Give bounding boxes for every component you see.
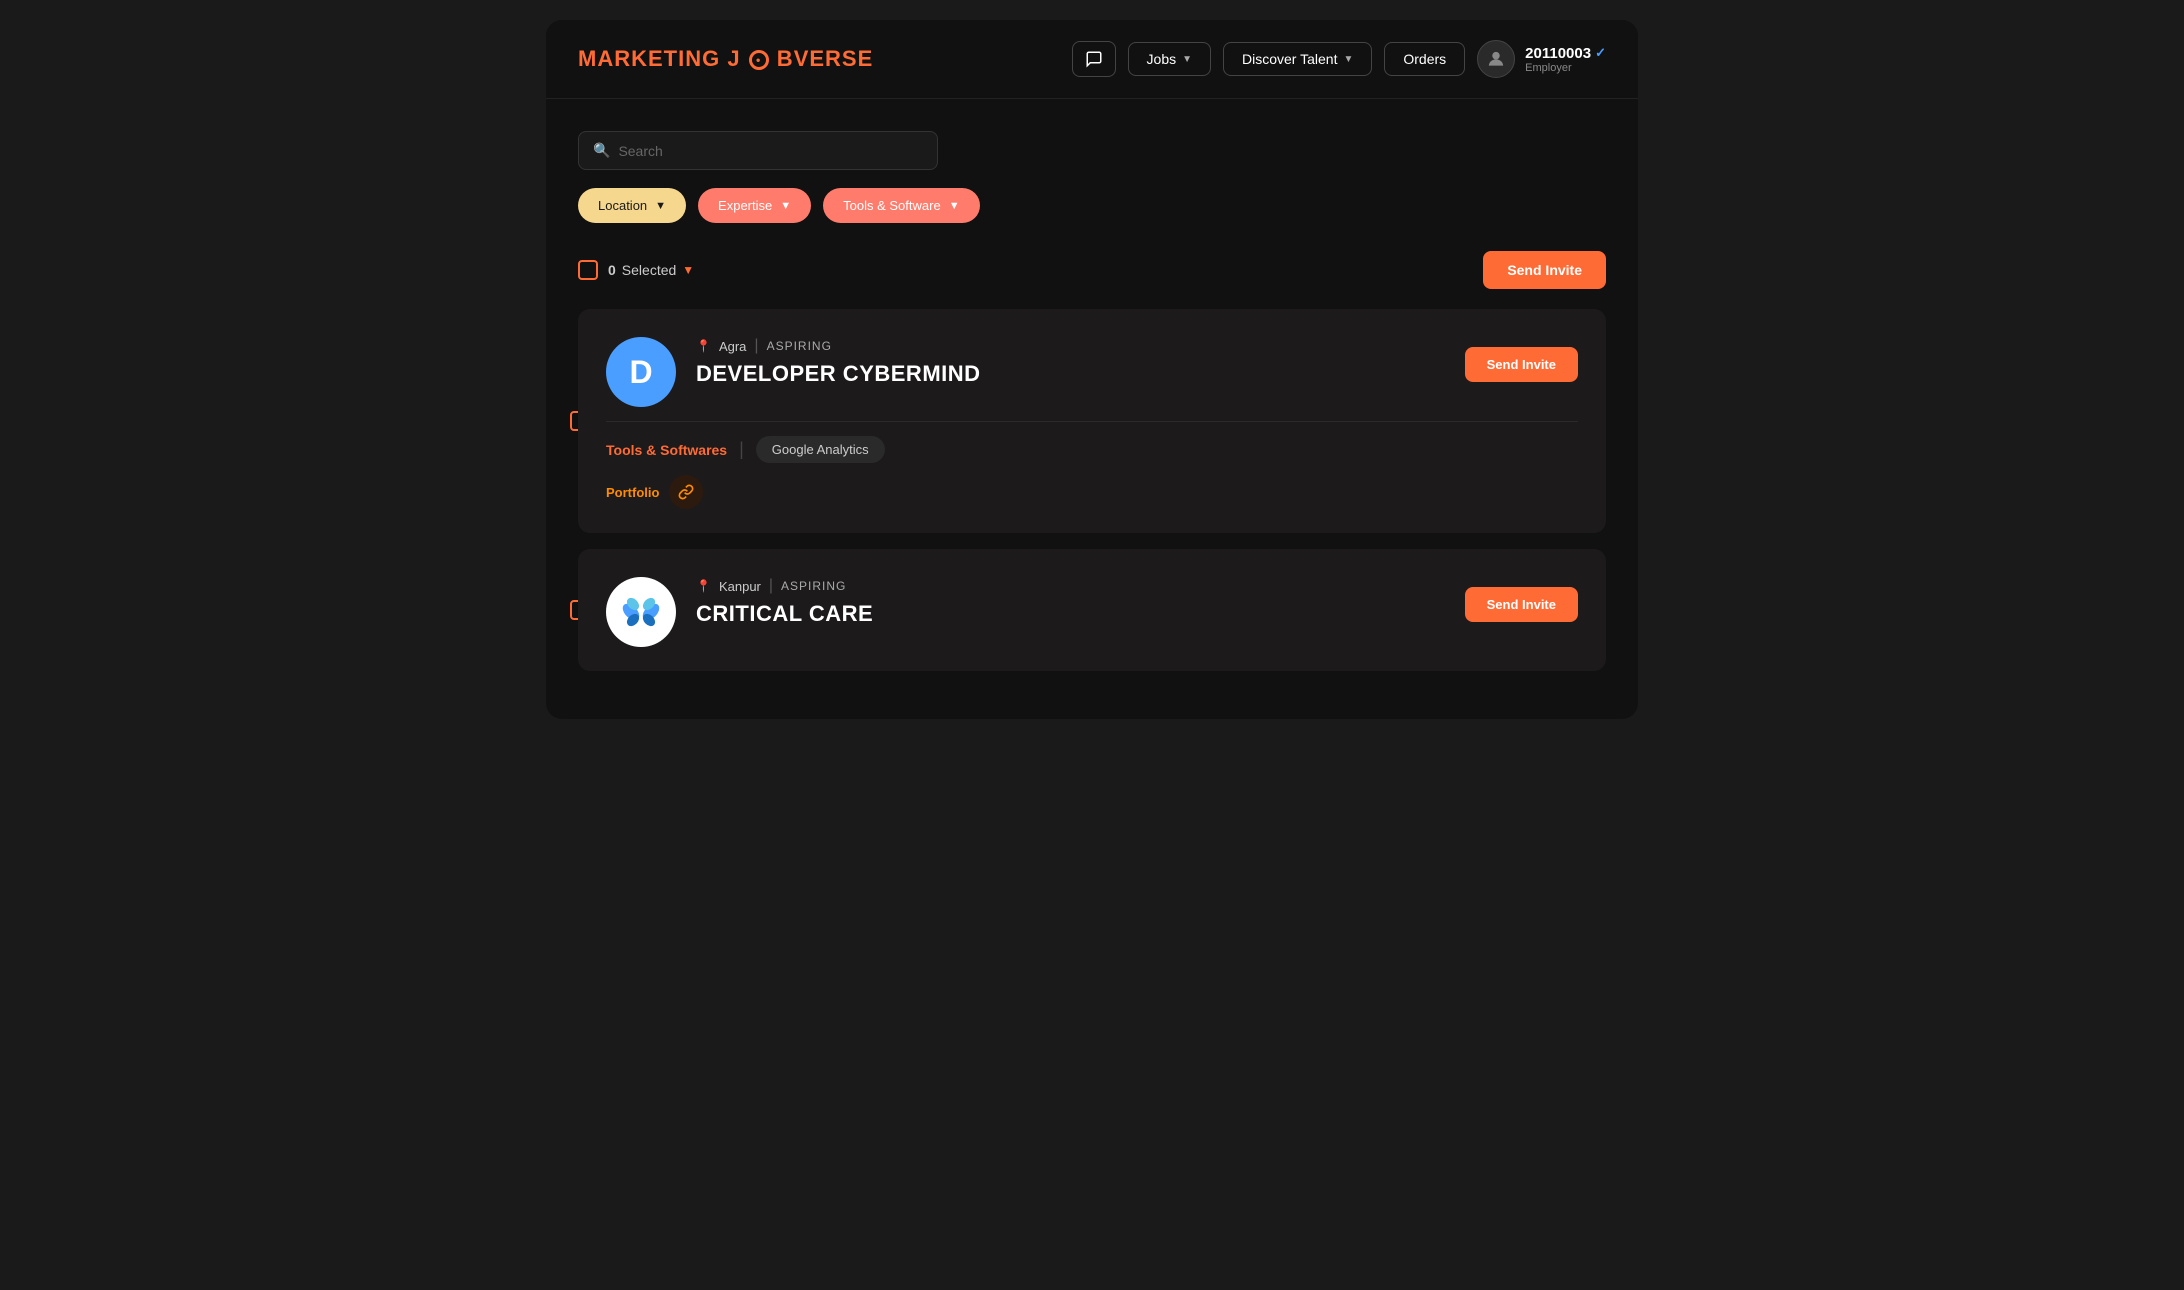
card-info-1: 📍 Agra | ASPIRING DEVELOPER CYBERMIND xyxy=(696,337,1465,387)
card-location-2: Kanpur xyxy=(719,579,761,594)
select-all-checkbox[interactable] xyxy=(578,260,598,280)
card-left-1: D 📍 Agra | ASPIRING DEVELOPER CYBERMIND xyxy=(606,337,1465,407)
send-invite-1-button[interactable]: Send Invite xyxy=(1465,347,1578,382)
card-type-2: ASPIRING xyxy=(781,579,846,593)
orders-button[interactable]: Orders xyxy=(1384,42,1465,76)
card-meta-1: 📍 Agra | ASPIRING xyxy=(696,337,1465,355)
location-filter[interactable]: Location ▼ xyxy=(578,188,686,223)
send-invite-2-button[interactable]: Send Invite xyxy=(1465,587,1578,622)
card-name-1: DEVELOPER CYBERMIND xyxy=(696,361,1465,387)
discover-chevron: ▼ xyxy=(1343,54,1353,65)
discover-talent-label: Discover Talent xyxy=(1242,51,1337,67)
user-info: 20110003 ✓ Employer xyxy=(1525,45,1606,74)
tools-label: Tools & Software xyxy=(843,198,941,213)
orders-label: Orders xyxy=(1403,51,1446,67)
location-pin-1: 📍 xyxy=(696,339,711,353)
card-location-1: Agra xyxy=(719,339,746,354)
meta-divider-1: | xyxy=(754,337,758,355)
filters-row: Location ▼ Expertise ▼ Tools & Software … xyxy=(578,188,1606,223)
card-left-2: 📍 Kanpur | ASPIRING CRITICAL CARE xyxy=(606,577,1465,647)
jobs-label: Jobs xyxy=(1147,51,1177,67)
card-type-1: ASPIRING xyxy=(767,339,832,353)
user-id: 20110003 ✓ xyxy=(1525,45,1606,62)
location-pin-2: 📍 xyxy=(696,579,711,593)
tools-label-1: Tools & Softwares xyxy=(606,442,727,458)
user-avatar xyxy=(1477,40,1515,78)
card-details-1: Tools & Softwares | Google Analytics Por… xyxy=(606,436,885,509)
selected-text: Selected xyxy=(622,262,676,278)
send-invite-main-button[interactable]: Send Invite xyxy=(1483,251,1606,289)
meta-divider-2: | xyxy=(769,577,773,595)
header-right: Jobs ▼ Discover Talent ▼ Orders xyxy=(1072,40,1606,78)
selected-dropdown-icon[interactable]: ▼ xyxy=(682,263,694,277)
user-role: Employer xyxy=(1525,62,1606,74)
search-icon: 🔍 xyxy=(593,142,610,159)
search-container: 🔍 xyxy=(578,131,1606,170)
card-row-1: D 📍 Agra | ASPIRING DEVELOPER CYBERMIND … xyxy=(606,337,1578,407)
search-input[interactable] xyxy=(618,143,923,159)
selection-left: 0 Selected ▼ xyxy=(578,260,694,280)
selected-count: 0 xyxy=(608,262,616,278)
chat-button[interactable] xyxy=(1072,41,1116,77)
tools-section-1: Tools & Softwares | Google Analytics xyxy=(606,436,885,463)
avatar-1: D xyxy=(606,337,676,407)
candidate-card-2: 📍 Kanpur | ASPIRING CRITICAL CARE Send I… xyxy=(578,549,1606,671)
jobs-chevron: ▼ xyxy=(1182,54,1192,65)
verified-badge: ✓ xyxy=(1595,45,1606,61)
card-row-2: 📍 Kanpur | ASPIRING CRITICAL CARE Send I… xyxy=(606,577,1578,647)
tool-tag-google-analytics: Google Analytics xyxy=(756,436,885,463)
location-label: Location xyxy=(598,198,647,213)
selection-row: 0 Selected ▼ Send Invite xyxy=(578,251,1606,289)
card-bottom-1: Tools & Softwares | Google Analytics Por… xyxy=(606,436,1578,509)
selected-label: 0 Selected ▼ xyxy=(608,262,694,278)
header: MARKETING J ● BVERSE Jobs ▼ Discover Tal… xyxy=(546,20,1638,99)
candidate-card-wrapper-1: D 📍 Agra | ASPIRING DEVELOPER CYBERMIND … xyxy=(578,309,1606,533)
main-content: 🔍 Location ▼ Expertise ▼ Tools & Softwar… xyxy=(546,99,1638,719)
user-section: 20110003 ✓ Employer xyxy=(1477,40,1606,78)
discover-talent-button[interactable]: Discover Talent ▼ xyxy=(1223,42,1372,76)
tools-chevron: ▼ xyxy=(949,200,960,212)
expertise-label: Expertise xyxy=(718,198,772,213)
card-meta-2: 📍 Kanpur | ASPIRING xyxy=(696,577,1465,595)
app-container: MARKETING J ● BVERSE Jobs ▼ Discover Tal… xyxy=(546,20,1638,719)
expertise-chevron: ▼ xyxy=(780,200,791,212)
tools-filter[interactable]: Tools & Software ▼ xyxy=(823,188,979,223)
portfolio-link-1[interactable] xyxy=(669,475,703,509)
location-chevron: ▼ xyxy=(655,200,666,212)
logo: MARKETING J ● BVERSE xyxy=(578,46,873,72)
jobs-button[interactable]: Jobs ▼ xyxy=(1128,42,1211,76)
tools-divider-1: | xyxy=(739,439,744,460)
portfolio-section-1: Portfolio xyxy=(606,475,885,509)
portfolio-label-1: Portfolio xyxy=(606,485,659,500)
expertise-filter[interactable]: Expertise ▼ xyxy=(698,188,811,223)
candidate-card-wrapper-2: 📍 Kanpur | ASPIRING CRITICAL CARE Send I… xyxy=(578,549,1606,671)
candidate-card-1: D 📍 Agra | ASPIRING DEVELOPER CYBERMIND … xyxy=(578,309,1606,533)
avatar-2 xyxy=(606,577,676,647)
card-info-2: 📍 Kanpur | ASPIRING CRITICAL CARE xyxy=(696,577,1465,627)
search-box: 🔍 xyxy=(578,131,938,170)
card-name-2: CRITICAL CARE xyxy=(696,601,1465,627)
